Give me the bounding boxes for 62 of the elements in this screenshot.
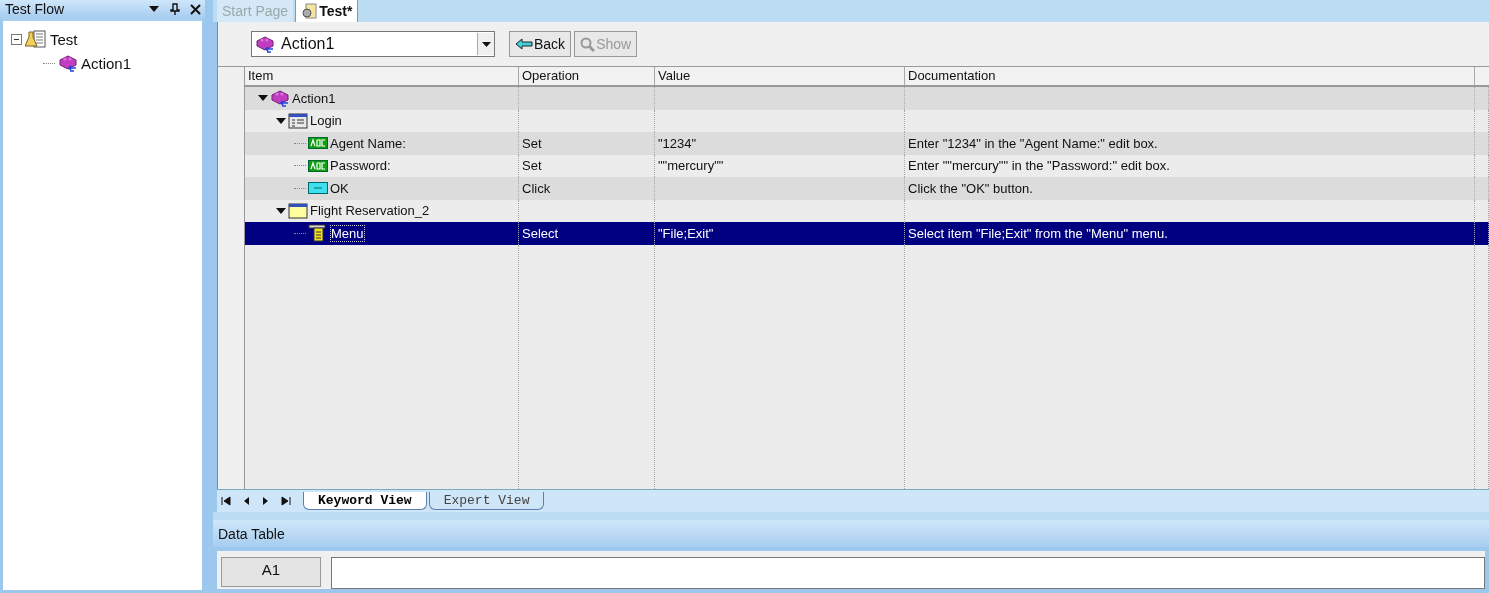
collapse-toggle[interactable] [11, 33, 22, 45]
magnifier-icon [580, 36, 596, 52]
documentation-text: Enter ""mercury"" in the "Password:" edit box. [908, 158, 1170, 174]
value-text: "File;Exit" [658, 225, 714, 241]
action-dropdown[interactable]: Action1 [251, 31, 495, 57]
flask-document-icon [25, 30, 47, 48]
item-name: OK [330, 180, 349, 196]
table-row[interactable]: Action1 [245, 87, 1489, 110]
tree-item[interactable]: Test [50, 30, 78, 48]
table-row[interactable]: Agent Name: Set "1234" Enter "1234" in the "Agent Name:" edit box. [245, 132, 1489, 155]
item-name: Login [310, 113, 342, 129]
documentation-text: Select item "File;Exit" from the "Menu" menu. [908, 225, 1168, 241]
operation-text: Set [522, 135, 542, 151]
view-tab[interactable]: Keyword View [303, 492, 427, 510]
table-row[interactable]: Login [245, 109, 1489, 132]
back-button[interactable]: Back [509, 31, 572, 57]
menu-icon [308, 224, 328, 243]
table-row[interactable]: Menu Select "File;Exit" Select item "File;Exit" from the "Menu" menu. [245, 222, 1489, 245]
operation-text: Set [522, 158, 542, 174]
column-header[interactable]: Operation [519, 67, 655, 85]
item-name: Menu [330, 224, 365, 242]
table-row[interactable]: Flight Reservation_2 [245, 199, 1489, 222]
item-name: Flight Reservation_2 [310, 203, 430, 219]
item-name: Agent Name: [330, 135, 406, 151]
caret-icon [481, 41, 491, 47]
action-block-icon [270, 89, 290, 108]
expand-toggle[interactable] [276, 205, 286, 216]
formula-field[interactable] [331, 557, 1485, 589]
close-icon[interactable] [190, 3, 201, 15]
gear-document-icon [301, 3, 318, 19]
dropdown-icon[interactable] [148, 5, 160, 13]
action-block-icon [255, 35, 275, 53]
table-row[interactable]: OK Click Click the "OK" button. [245, 177, 1489, 200]
document-tab[interactable]: Test* [295, 0, 359, 22]
item-name: Password: [330, 158, 391, 174]
operation-text: Select [522, 225, 559, 241]
left-arrow-icon [515, 38, 533, 50]
text-box-icon [308, 137, 328, 150]
action-block-icon [58, 54, 78, 72]
item-name: Action1 [292, 90, 336, 106]
first-icon[interactable] [221, 496, 231, 506]
expand-toggle[interactable] [276, 115, 286, 126]
dialog-icon [288, 112, 308, 129]
column-header[interactable]: Item [245, 67, 519, 85]
last-icon[interactable] [281, 496, 291, 506]
cell-name: A1 [221, 557, 321, 587]
operation-text: Click [522, 180, 551, 196]
table-row[interactable]: Password: Set ""mercury"" Enter ""mercury"" in the "Password:" edit box. [245, 154, 1489, 177]
push-button-icon [308, 182, 328, 195]
tree-item[interactable]: Action1 [81, 54, 132, 72]
window-icon [288, 202, 308, 219]
panel-title: Test Flow [5, 1, 65, 17]
view-tab[interactable]: Expert View [428, 492, 545, 510]
text-box-icon [308, 159, 328, 172]
panel-title: Data Table [218, 525, 285, 542]
value-text: "1234" [658, 135, 697, 151]
documentation-text: Click the "OK" button. [908, 180, 1033, 196]
value-text: ""mercury"" [658, 158, 724, 174]
column-header[interactable]: Value [655, 67, 905, 85]
column-header[interactable]: Documentation [905, 67, 1475, 85]
pin-icon[interactable] [170, 3, 180, 15]
documentation-text: Enter "1234" in the "Agent Name:" edit box. [908, 135, 1158, 151]
